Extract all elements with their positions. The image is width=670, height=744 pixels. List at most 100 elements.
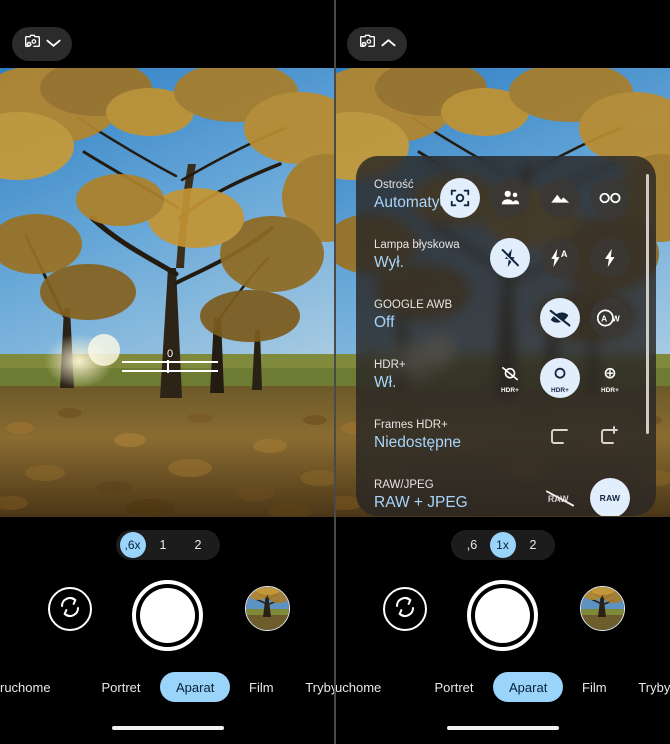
shutter-inner [139, 588, 195, 643]
setting-label-group: RAW/JPEG RAW + JPEG [374, 478, 514, 513]
setting-options-hdr[interactable]: HDR+ HDR+ HDR+ [490, 358, 630, 398]
exposure-value: 0 [166, 348, 174, 360]
screenshot-stage: 0 ,6x 1 2 ruchome Portret Aparat Film Tr… [0, 0, 670, 744]
zoom-chip-1[interactable]: 1x [489, 532, 516, 558]
setting-options-focus[interactable] [440, 178, 630, 218]
setting-label: Frames HDR+ [374, 419, 448, 431]
flip-camera-button[interactable] [48, 587, 92, 631]
top-bar-left [0, 0, 335, 68]
shutter-row-left [0, 580, 335, 656]
setting-row-awb: GOOGLE AWB Off AW [356, 290, 652, 350]
setting-row-hdr: HDR+ Wł. HDR+ HDR+ HDR+ [356, 350, 652, 410]
shutter-row-right [335, 580, 670, 656]
phone-screen-right: Ostrość Automatyczna Lampa błyskowa Wył.… [335, 0, 670, 744]
svg-text:W: W [612, 313, 620, 323]
settings-scrollbar[interactable] [646, 174, 649, 434]
focus-infinity-icon[interactable] [590, 178, 630, 218]
viewfinder-left[interactable]: 0 [0, 68, 335, 517]
flash-off-icon[interactable] [490, 238, 530, 278]
exposure-track[interactable] [122, 360, 218, 373]
camera-settings-panel[interactable]: Ostrość Automatyczna Lampa błyskowa Wył.… [356, 156, 656, 516]
setting-options-raw[interactable]: RAW RAW [540, 478, 630, 516]
setting-label: GOOGLE AWB [374, 299, 453, 311]
setting-options-frames[interactable] [540, 418, 630, 458]
setting-row-frames: Frames HDR+ Niedostępne [356, 410, 652, 470]
mode-tab-3[interactable]: Film [563, 672, 625, 702]
mode-tabs-right[interactable]: uchome Portret Aparat Film Tryby [335, 666, 670, 708]
zoom-chip-2[interactable]: 2 [181, 532, 216, 558]
zoom-bar-right[interactable]: ,6 1x 2 [450, 530, 555, 560]
chevron-down-icon[interactable] [45, 35, 61, 53]
hdr-sublabel: HDR+ [551, 387, 569, 394]
zoom-bar-left[interactable]: ,6x 1 2 [115, 530, 220, 560]
gallery-thumbnail[interactable] [580, 586, 625, 631]
raw-on-icon[interactable]: RAW [590, 478, 630, 516]
hdr-sublabel: HDR+ [601, 387, 619, 394]
top-bar-right [335, 0, 670, 68]
awb-off-icon[interactable] [540, 298, 580, 338]
setting-label: RAW/JPEG [374, 479, 434, 491]
shutter-button[interactable] [466, 580, 538, 651]
zoom-chip-0[interactable]: ,6x [119, 532, 146, 558]
flip-camera-icon [58, 595, 82, 624]
home-indicator-right [446, 726, 559, 730]
gallery-thumbnail[interactable] [245, 586, 290, 631]
mode-tab-4[interactable]: Tryby [292, 672, 335, 702]
camera-settings-icon [24, 34, 41, 54]
mode-tab-2[interactable]: Aparat [493, 672, 564, 702]
shutter-button[interactable] [131, 580, 203, 651]
setting-row-flash: Lampa błyskowa Wył. A [356, 230, 652, 290]
mode-tab-1[interactable]: Portret [415, 672, 493, 702]
setting-value: RAW + JPEG [374, 494, 468, 511]
flip-camera-icon [393, 595, 417, 624]
focus-landscape-icon[interactable] [540, 178, 580, 218]
hdr-enhanced-icon[interactable]: HDR+ [590, 358, 630, 398]
frames-minus-icon[interactable] [540, 418, 580, 458]
exposure-line-bottom [122, 370, 218, 372]
exposure-knob[interactable] [167, 360, 169, 373]
svg-text:A: A [601, 313, 607, 323]
mode-tabs-left[interactable]: ruchome Portret Aparat Film Tryby [0, 666, 335, 708]
setting-row-raw: RAW/JPEG RAW + JPEG RAW RAW [356, 470, 652, 516]
viewfinder-right[interactable]: Ostrość Automatyczna Lampa błyskowa Wył.… [335, 68, 670, 517]
raw-label: RAW [599, 493, 621, 503]
flip-camera-button[interactable] [383, 587, 427, 631]
chevron-up-icon[interactable] [380, 35, 396, 53]
setting-value: Niedostępne [374, 434, 462, 451]
hdr-sublabel: HDR+ [501, 387, 519, 394]
setting-row-focus: Ostrość Automatyczna [356, 170, 652, 230]
zoom-chip-2[interactable]: 2 [516, 532, 551, 558]
zoom-chip-1[interactable]: 1 [146, 532, 181, 558]
hdr-on-icon[interactable]: HDR+ [540, 358, 580, 398]
raw-off-icon[interactable]: RAW [540, 478, 580, 516]
awb-auto-icon[interactable]: AW [590, 298, 630, 338]
camera-settings-chip-left[interactable] [12, 27, 72, 61]
mode-tab-2[interactable]: Aparat [160, 672, 231, 702]
flash-auto-icon[interactable]: A [540, 238, 580, 278]
panel-divider [334, 0, 336, 744]
shutter-inner [474, 588, 530, 643]
setting-options-awb[interactable]: AW [540, 298, 630, 338]
mode-tab-1[interactable]: Portret [82, 672, 160, 702]
mode-tab-0[interactable]: uchome [335, 672, 415, 702]
settings-scroll-area[interactable]: Ostrość Automatyczna Lampa błyskowa Wył.… [356, 156, 656, 516]
exposure-slider-left[interactable]: 0 [122, 348, 218, 373]
phone-screen-left: 0 ,6x 1 2 ruchome Portret Aparat Film Tr… [0, 0, 335, 744]
setting-options-flash[interactable]: A [490, 238, 630, 278]
viewfinder-image-left [0, 68, 335, 517]
mode-tab-0[interactable]: ruchome [0, 672, 82, 702]
home-indicator-left [111, 726, 224, 730]
svg-text:A: A [561, 249, 568, 259]
zoom-chip-0[interactable]: ,6 [455, 532, 490, 558]
camera-settings-icon [359, 34, 376, 54]
hdr-off-icon[interactable]: HDR+ [490, 358, 530, 398]
focus-face-icon[interactable] [490, 178, 530, 218]
mode-tab-3[interactable]: Film [230, 672, 292, 702]
setting-label-group: GOOGLE AWB Off [374, 298, 514, 333]
mode-tab-4[interactable]: Tryby [625, 672, 670, 702]
focus-auto-icon[interactable] [440, 178, 480, 218]
frames-plus-icon[interactable] [590, 418, 630, 458]
flash-on-icon[interactable] [590, 238, 630, 278]
setting-label-group: Frames HDR+ Niedostępne [374, 418, 514, 453]
camera-settings-chip-right[interactable] [347, 27, 407, 61]
